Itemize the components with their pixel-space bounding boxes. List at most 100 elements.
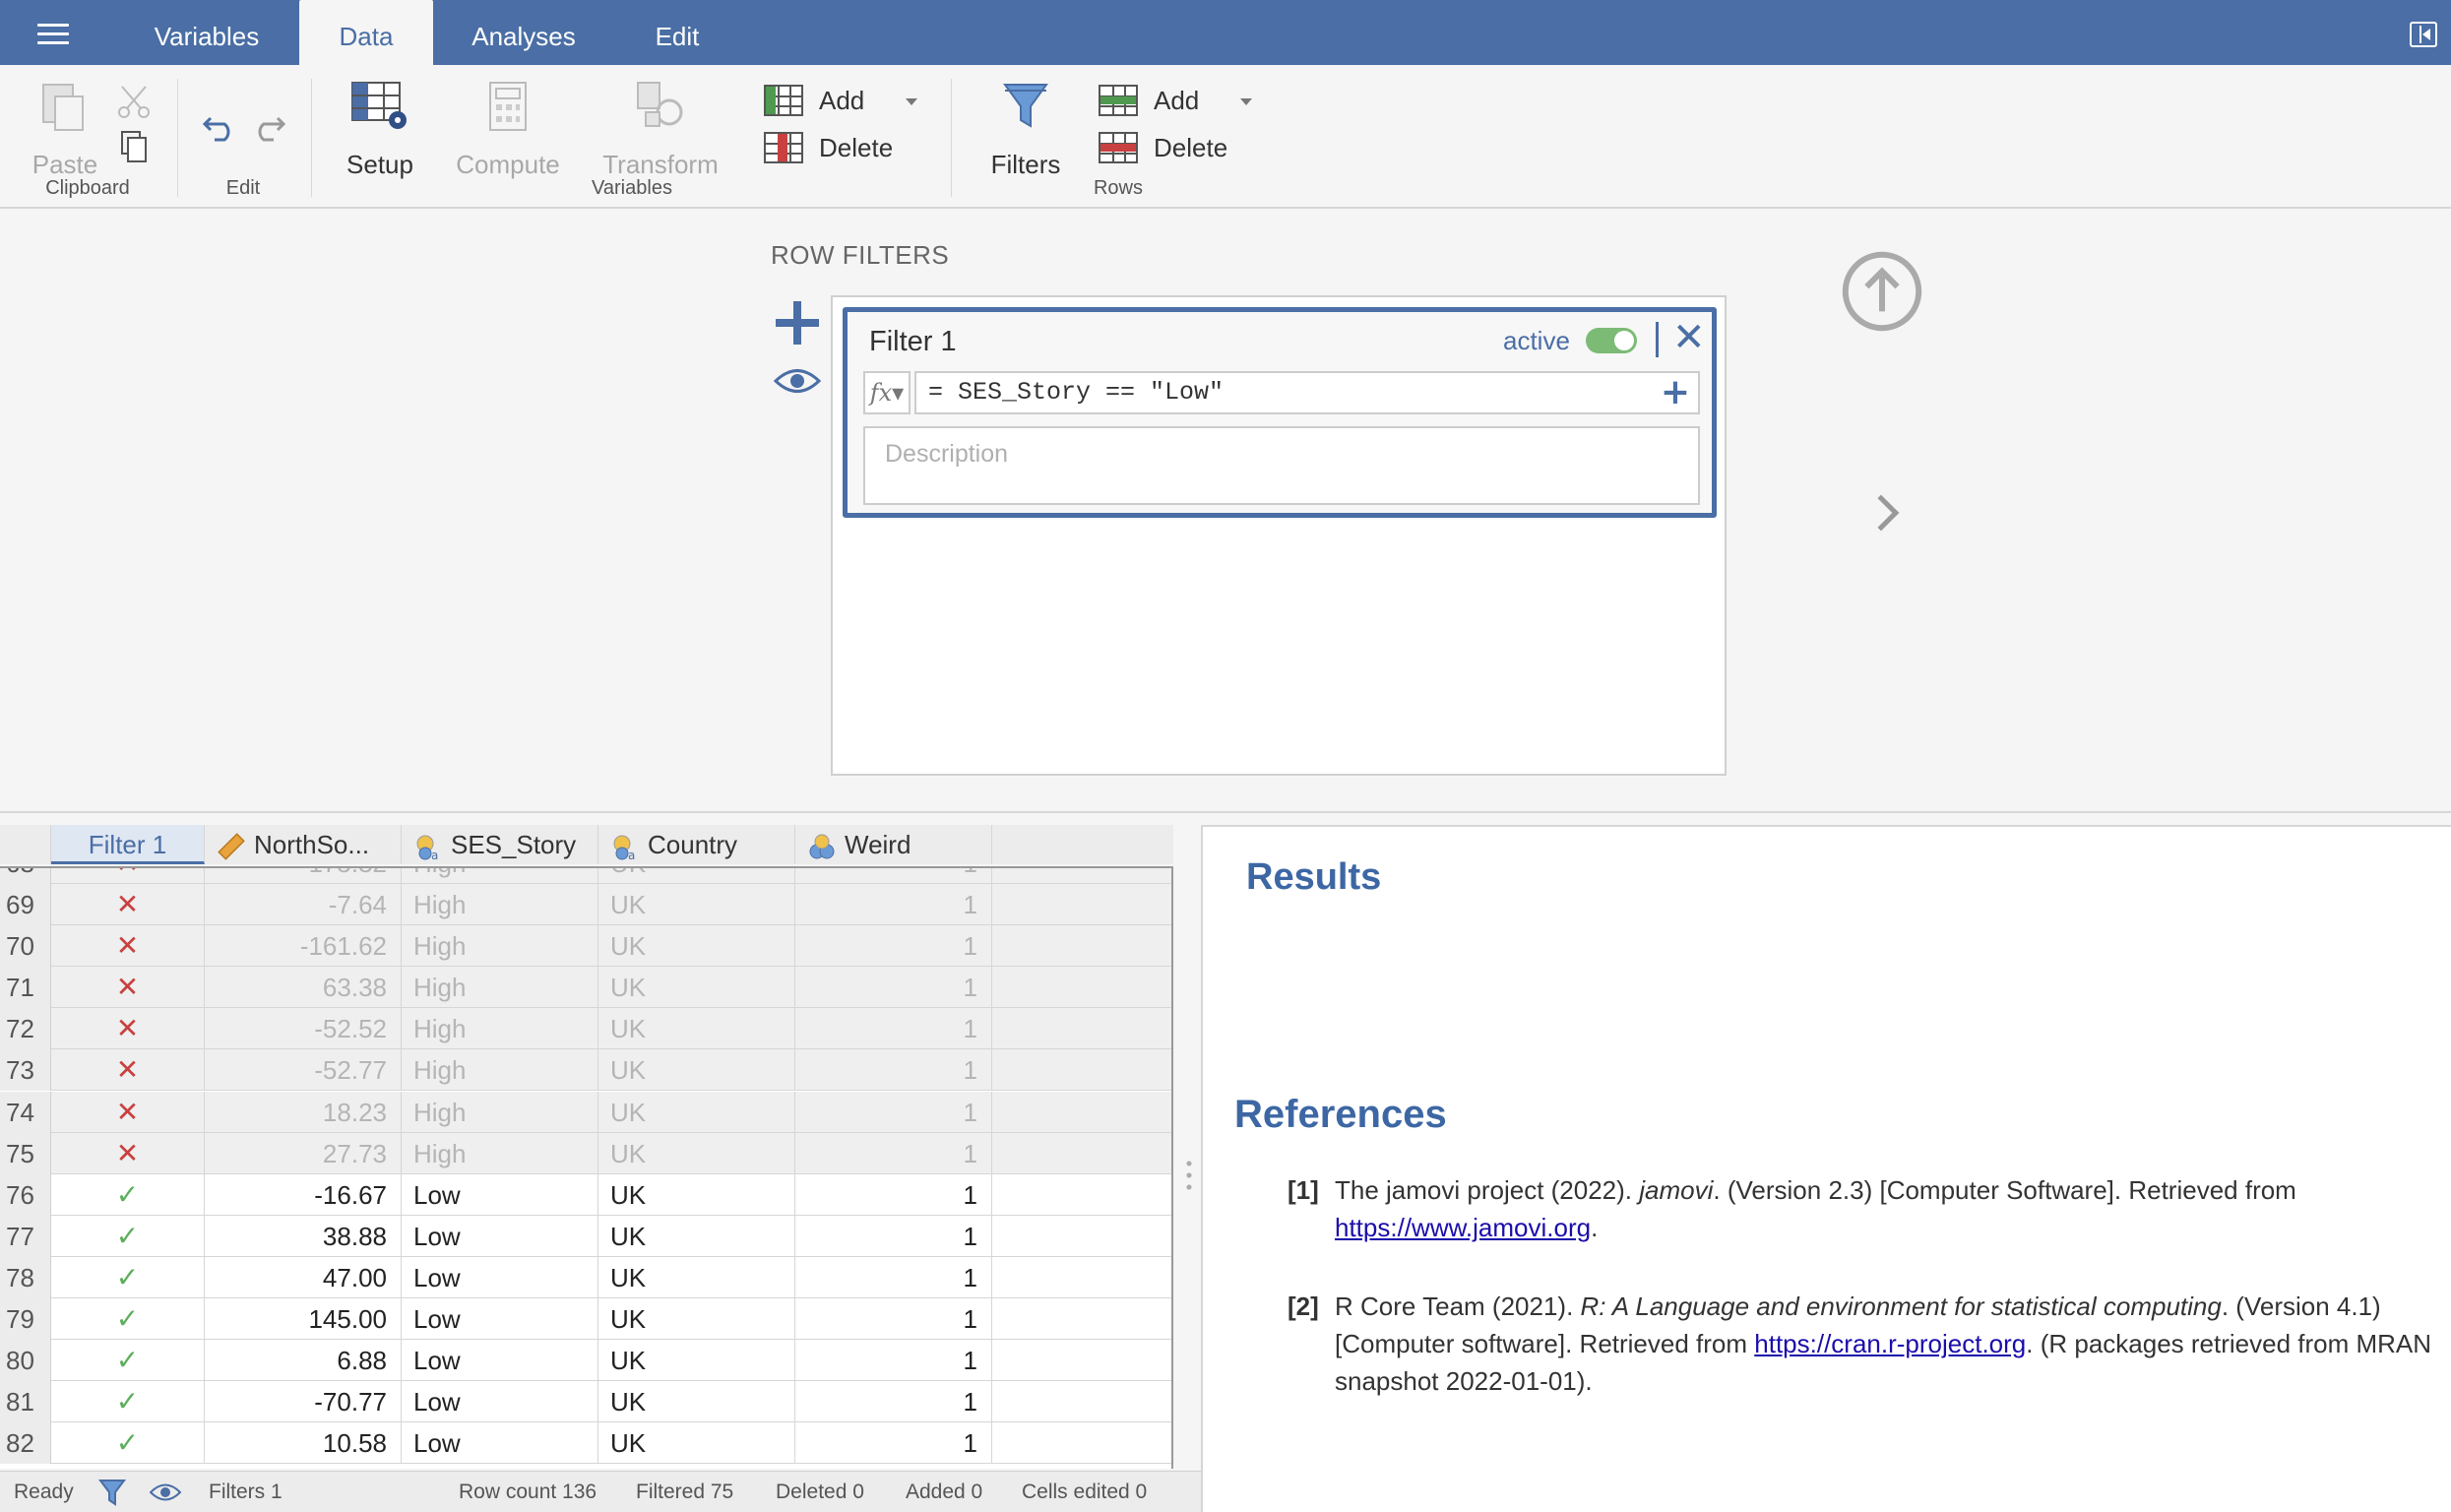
- toggle-results-panel-icon[interactable]: [2410, 22, 2437, 47]
- empty-cell[interactable]: [992, 1340, 1171, 1381]
- empty-cell[interactable]: [992, 1298, 1171, 1340]
- row-number[interactable]: 72: [0, 1008, 51, 1050]
- cell-weird[interactable]: 1: [795, 868, 992, 884]
- table-row[interactable]: 81 ✓ -70.77 Low UK 1: [0, 1381, 1171, 1423]
- table-row[interactable]: 68✕-175.32HighUK1: [0, 868, 1171, 884]
- transform-button[interactable]: Transform: [597, 79, 724, 179]
- cell-north[interactable]: 47.00: [205, 1256, 402, 1298]
- cell-north[interactable]: 63.38: [205, 967, 402, 1009]
- cell-weird[interactable]: 1: [795, 1298, 992, 1340]
- cell-country[interactable]: UK: [598, 1381, 795, 1423]
- empty-cell[interactable]: [992, 1422, 1171, 1464]
- reference-link[interactable]: https://www.jamovi.org: [1335, 1213, 1591, 1242]
- row-number[interactable]: 80: [0, 1340, 51, 1382]
- check-icon[interactable]: ✓: [51, 1215, 205, 1257]
- filter-active-toggle[interactable]: [1586, 328, 1637, 353]
- tab-variables[interactable]: Variables: [128, 0, 285, 65]
- cell-north[interactable]: -161.62: [205, 925, 402, 968]
- cell-weird[interactable]: 1: [795, 1256, 992, 1298]
- row-number[interactable]: 79: [0, 1298, 51, 1340]
- row-number[interactable]: 71: [0, 967, 51, 1009]
- row-number[interactable]: 77: [0, 1215, 51, 1257]
- cell-weird[interactable]: 1: [795, 1008, 992, 1050]
- tab-data[interactable]: Data: [299, 0, 433, 65]
- cell-ses[interactable]: High: [402, 967, 598, 1009]
- arrow-up-circle-icon[interactable]: [1841, 250, 1923, 333]
- filter-name[interactable]: Filter 1: [869, 326, 957, 358]
- table-row[interactable]: 79 ✓ 145.00 Low UK 1: [0, 1298, 1171, 1340]
- cell-north[interactable]: -7.64: [205, 884, 402, 925]
- cell-ses[interactable]: High: [402, 884, 598, 925]
- cell-country[interactable]: UK: [598, 1256, 795, 1298]
- eye-icon[interactable]: [774, 366, 821, 396]
- table-row[interactable]: 82 ✓ 10.58 Low UK 1: [0, 1422, 1171, 1465]
- empty-cell[interactable]: [992, 925, 1171, 967]
- cell-country[interactable]: UK: [598, 884, 795, 925]
- cell-weird[interactable]: 1: [795, 967, 992, 1009]
- cell-north[interactable]: -16.67: [205, 1173, 402, 1216]
- cell-country[interactable]: UK: [598, 1049, 795, 1092]
- add-variable-dropdown-icon[interactable]: [906, 98, 917, 105]
- cell-ses[interactable]: Low: [402, 1422, 598, 1465]
- cell-weird[interactable]: 1: [795, 1215, 992, 1257]
- cell-weird[interactable]: 1: [795, 1091, 992, 1133]
- cell-weird[interactable]: 1: [795, 1381, 992, 1423]
- cell-weird[interactable]: 1: [795, 1173, 992, 1216]
- copy-icon[interactable]: [114, 128, 154, 167]
- empty-cell[interactable]: [992, 967, 1171, 1008]
- row-number[interactable]: 82: [0, 1422, 51, 1465]
- check-icon[interactable]: ✓: [51, 1256, 205, 1298]
- cell-country[interactable]: UK: [598, 1298, 795, 1340]
- table-row[interactable]: 71 ✕ 63.38 High UK 1: [0, 967, 1171, 1009]
- empty-cell[interactable]: [992, 1216, 1171, 1257]
- close-icon[interactable]: ✕: [1672, 314, 1706, 361]
- cross-icon[interactable]: ✕: [51, 967, 205, 1009]
- row-number[interactable]: 73: [0, 1049, 51, 1092]
- cell-north[interactable]: 10.58: [205, 1422, 402, 1465]
- redo-icon[interactable]: [248, 104, 287, 144]
- table-row[interactable]: 80 ✓ 6.88 Low UK 1: [0, 1340, 1171, 1382]
- setup-button[interactable]: Setup: [331, 79, 429, 179]
- table-row[interactable]: 75 ✕ 27.73 High UK 1: [0, 1132, 1171, 1174]
- row-number[interactable]: 69: [0, 884, 51, 925]
- cell-ses[interactable]: Low: [402, 1215, 598, 1257]
- filters-button[interactable]: Filters: [971, 79, 1081, 179]
- filter-description-input[interactable]: Description: [863, 426, 1700, 505]
- table-row[interactable]: 76 ✓ -16.67 Low UK 1: [0, 1173, 1171, 1216]
- check-icon[interactable]: ✓: [51, 1298, 205, 1340]
- row-number[interactable]: 70: [0, 925, 51, 968]
- cell-ses[interactable]: Low: [402, 1298, 598, 1340]
- cell-north[interactable]: 18.23: [205, 1091, 402, 1133]
- cell-north[interactable]: 27.73: [205, 1132, 402, 1174]
- check-icon[interactable]: ✓: [51, 1422, 205, 1465]
- cell-ses[interactable]: High: [402, 1132, 598, 1174]
- table-row[interactable]: 78 ✓ 47.00 Low UK 1: [0, 1256, 1171, 1298]
- filter-card[interactable]: Filter 1 active ✕ fx▾ = SES_Story == "Lo…: [843, 307, 1717, 518]
- row-number[interactable]: 74: [0, 1091, 51, 1133]
- empty-cell[interactable]: [992, 884, 1171, 925]
- cell-weird[interactable]: 1: [795, 884, 992, 925]
- data-grid[interactable]: 68✕-175.32HighUK169✕-7.64HighUK170✕-161.…: [0, 866, 1173, 1469]
- cell-ses[interactable]: Low: [402, 1381, 598, 1423]
- cell-weird[interactable]: 1: [795, 1422, 992, 1465]
- cell-country[interactable]: UK: [598, 868, 795, 884]
- compute-button[interactable]: Compute: [449, 79, 567, 179]
- cross-icon[interactable]: ✕: [51, 1008, 205, 1050]
- tab-edit[interactable]: Edit: [614, 0, 740, 65]
- add-condition-icon[interactable]: +: [1661, 373, 1690, 412]
- column-header-weird[interactable]: Weird: [795, 825, 992, 864]
- check-icon[interactable]: ✓: [51, 1381, 205, 1423]
- resize-handle[interactable]: [1186, 1158, 1192, 1193]
- table-row[interactable]: 72 ✕ -52.52 High UK 1: [0, 1008, 1171, 1050]
- table-row[interactable]: 74 ✕ 18.23 High UK 1: [0, 1091, 1171, 1133]
- tab-analyses[interactable]: Analyses: [449, 0, 598, 65]
- undo-icon[interactable]: [201, 104, 240, 144]
- cell-country[interactable]: UK: [598, 967, 795, 1009]
- filter-formula-input[interactable]: = SES_Story == "Low" +: [914, 371, 1700, 414]
- empty-cell[interactable]: [992, 1133, 1171, 1174]
- row-number[interactable]: 75: [0, 1132, 51, 1174]
- empty-cell[interactable]: [992, 1092, 1171, 1133]
- column-header-filter1[interactable]: Filter 1: [51, 825, 205, 864]
- empty-cell[interactable]: [992, 1174, 1171, 1216]
- empty-cell[interactable]: [992, 1381, 1171, 1422]
